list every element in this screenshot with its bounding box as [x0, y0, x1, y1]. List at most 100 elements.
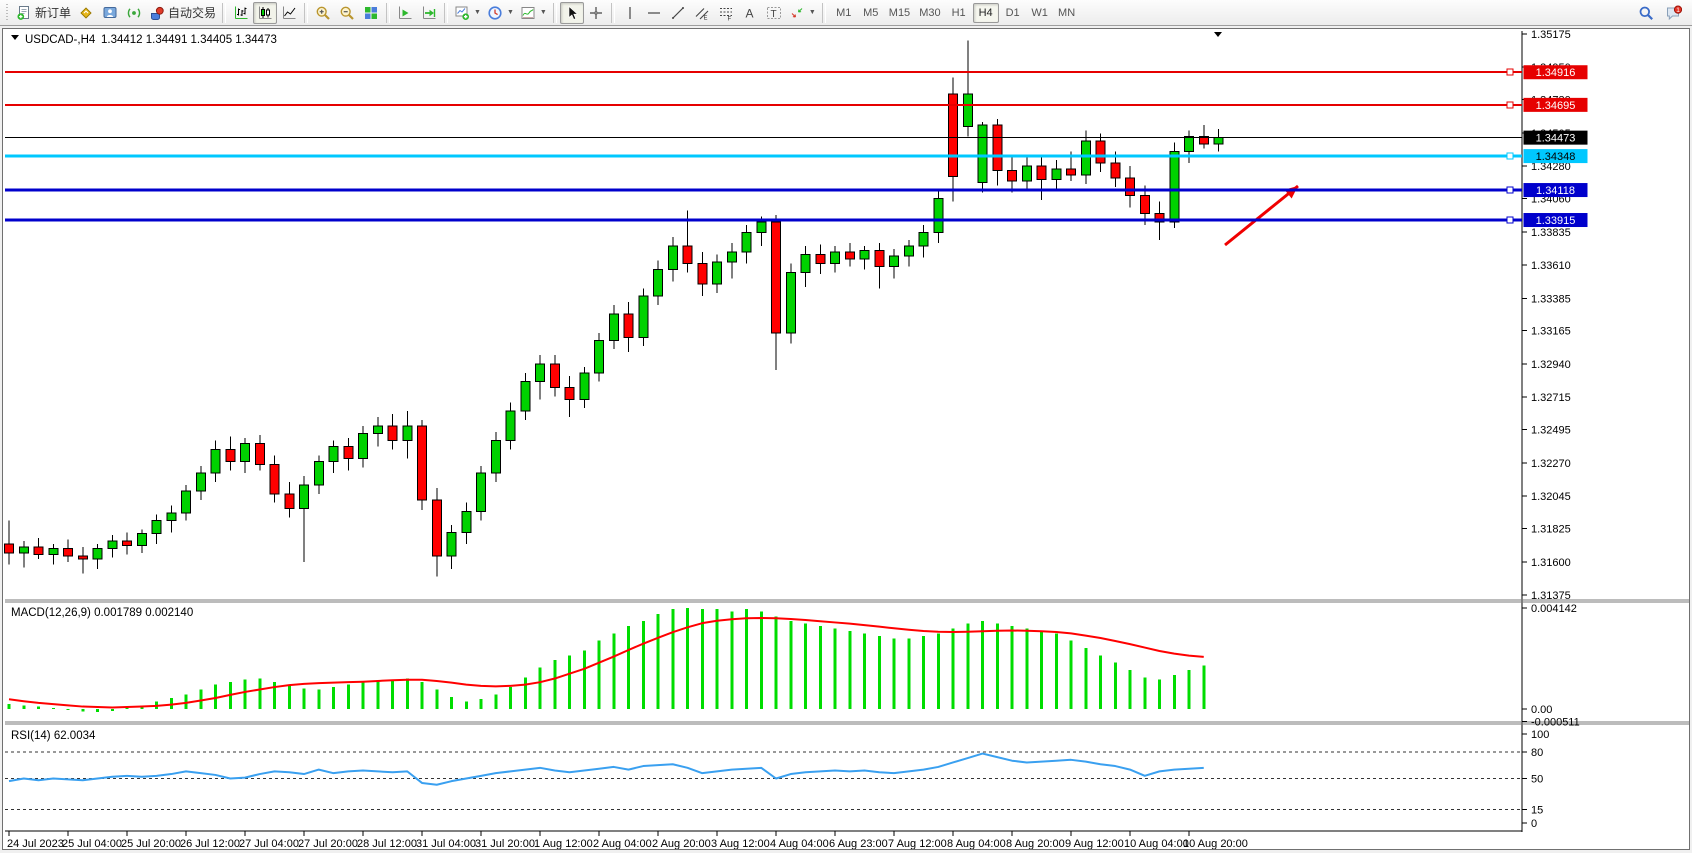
price-axis-tick: 1.33835	[1531, 227, 1571, 239]
arrows-icon	[789, 5, 805, 21]
text-label-icon: T	[766, 5, 782, 21]
horizontal-line-1.33915[interactable]: 1.33915	[5, 213, 1588, 227]
candle-chart-button[interactable]	[253, 2, 277, 24]
new-order-button[interactable]: 新订单	[13, 2, 74, 24]
cursor-button[interactable]	[560, 2, 584, 24]
horizontal-line-button[interactable]	[642, 2, 666, 24]
tile-windows-icon	[363, 5, 379, 21]
date-axis-label: 3 Aug 12:00	[711, 838, 770, 849]
price-axis-tick: 1.31600	[1531, 557, 1571, 569]
rsi-axis-tick: 80	[1531, 747, 1543, 759]
chart-window[interactable]: 1.351751.349501.347301.345051.342801.340…	[2, 28, 1690, 850]
chart-shift-button[interactable]	[393, 2, 417, 24]
timeframe-button-mn[interactable]: MN	[1054, 3, 1080, 23]
chart-shift-marker[interactable]	[1214, 32, 1222, 37]
horizontal-lines[interactable]: 1.34916 1.34695 1.34473 1.34348 1.34118 1.339…	[5, 65, 1588, 227]
tile-windows-button[interactable]	[359, 2, 383, 24]
macd-axis-tick: -0.000511	[1531, 716, 1580, 728]
timeframe-button-m15[interactable]: M15	[885, 3, 914, 23]
arrows-button-dropdown-icon[interactable]: ▼	[809, 9, 816, 16]
date-axis-label: 10 Aug 04:00	[1124, 838, 1189, 849]
toolbar-separator	[553, 3, 557, 23]
timeframe-button-m1[interactable]: M1	[831, 3, 857, 23]
equidistant-channel-button[interactable]: E	[690, 2, 714, 24]
date-axis-label: 2 Aug 04:00	[593, 838, 652, 849]
new-order-icon	[16, 5, 32, 21]
channel-icon: E	[694, 5, 710, 21]
toolbar-separator	[222, 3, 226, 23]
timeframe-button-m5[interactable]: M5	[858, 3, 884, 23]
symbol-dropdown-icon[interactable]	[11, 35, 19, 40]
trendline-button[interactable]	[666, 2, 690, 24]
svg-text:E: E	[703, 15, 707, 21]
rsi-panel: 1008050150	[5, 729, 1549, 830]
trend-arrow-annotation[interactable]	[1225, 186, 1298, 245]
hline-icon	[646, 5, 662, 21]
metaeditor-button[interactable]	[98, 2, 122, 24]
new-chart-button-dropdown-icon[interactable]: ▼	[474, 9, 481, 16]
timeframe-button-d1[interactable]: D1	[1000, 3, 1026, 23]
svg-text:T: T	[770, 9, 776, 20]
price-line-label: 1.34473	[1536, 133, 1576, 145]
timeframe-button-h1[interactable]: H1	[946, 3, 972, 23]
date-axis-label: 24 Jul 2023	[7, 838, 64, 849]
text-button[interactable]: A	[738, 2, 762, 24]
notifications-icon: 1	[1666, 5, 1682, 21]
templates-icon	[520, 5, 536, 21]
svg-text:F: F	[727, 16, 731, 21]
toolbar-separator	[304, 3, 308, 23]
timeframe-button-w1[interactable]: W1	[1027, 3, 1053, 23]
fibonacci-button[interactable]: F	[714, 2, 738, 24]
date-axis-label: 4 Aug 04:00	[770, 838, 829, 849]
date-axis-label: 6 Aug 23:00	[829, 838, 888, 849]
new-chart-button[interactable]: ▼	[451, 2, 484, 24]
chart-title-quote: 1.34412 1.34491 1.34405 1.34473	[101, 34, 277, 46]
signals-button[interactable]	[122, 2, 146, 24]
autotrade-icon	[149, 5, 165, 21]
horizontal-line-1.34348[interactable]: 1.34348	[5, 149, 1588, 163]
crosshair-button[interactable]	[584, 2, 608, 24]
periods-button[interactable]: ▼	[484, 2, 517, 24]
market-watch-button[interactable]	[74, 2, 98, 24]
line-chart-icon	[281, 5, 297, 21]
horizontal-line-1.34695[interactable]: 1.34695	[5, 98, 1588, 112]
vertical-line-button[interactable]	[618, 2, 642, 24]
date-axis-label: 26 Jul 12:00	[180, 838, 240, 849]
signals-icon	[126, 5, 142, 21]
zoom-in-button[interactable]	[311, 2, 335, 24]
horizontal-line-1.34118[interactable]: 1.34118	[5, 183, 1588, 197]
auto-scroll-button[interactable]	[417, 2, 441, 24]
vline-icon	[622, 5, 638, 21]
timeframe-button-m30[interactable]: M30	[915, 3, 944, 23]
bar-chart-button[interactable]	[229, 2, 253, 24]
periods-button-dropdown-icon[interactable]: ▼	[507, 9, 514, 16]
timeframe-button-h4[interactable]: H4	[973, 3, 999, 23]
templates-button-dropdown-icon[interactable]: ▼	[540, 9, 547, 16]
price-line-label: 1.34348	[1536, 151, 1576, 163]
date-axis-label: 27 Jul 20:00	[298, 838, 358, 849]
date-axis-label: 2 Aug 20:00	[652, 838, 711, 849]
line-chart-button[interactable]	[277, 2, 301, 24]
auto-trading-button-label: 自动交易	[168, 4, 216, 21]
timeframe-group: M1M5M15M30H1H4D1W1MN	[831, 3, 1080, 23]
arrows-button[interactable]: ▼	[786, 2, 819, 24]
date-axis-label: 31 Jul 20:00	[475, 838, 535, 849]
chart-area[interactable]: 1.351751.349501.347301.345051.342801.340…	[3, 29, 1691, 849]
horizontal-line-1.34916[interactable]: 1.34916	[5, 65, 1588, 79]
date-axis-label: 25 Jul 04:00	[62, 838, 122, 849]
templates-button[interactable]: ▼	[517, 2, 550, 24]
horizontal-line-1.34473[interactable]: 1.34473	[5, 131, 1588, 145]
notifications-button[interactable]: 1	[1662, 2, 1686, 24]
search-icon	[1638, 5, 1654, 21]
date-axis-label: 9 Aug 12:00	[1065, 838, 1124, 849]
toolbar-separator	[386, 3, 390, 23]
zoom-out-button[interactable]	[335, 2, 359, 24]
periods-icon	[487, 5, 503, 21]
annotations[interactable]	[1225, 186, 1298, 245]
price-line-label: 1.34695	[1536, 100, 1576, 112]
search-button[interactable]	[1634, 2, 1658, 24]
auto-trading-button[interactable]: 自动交易	[146, 2, 219, 24]
text-label-button[interactable]: T	[762, 2, 786, 24]
toolbar-separator	[444, 3, 448, 23]
date-axis-label: 31 Jul 04:00	[416, 838, 476, 849]
